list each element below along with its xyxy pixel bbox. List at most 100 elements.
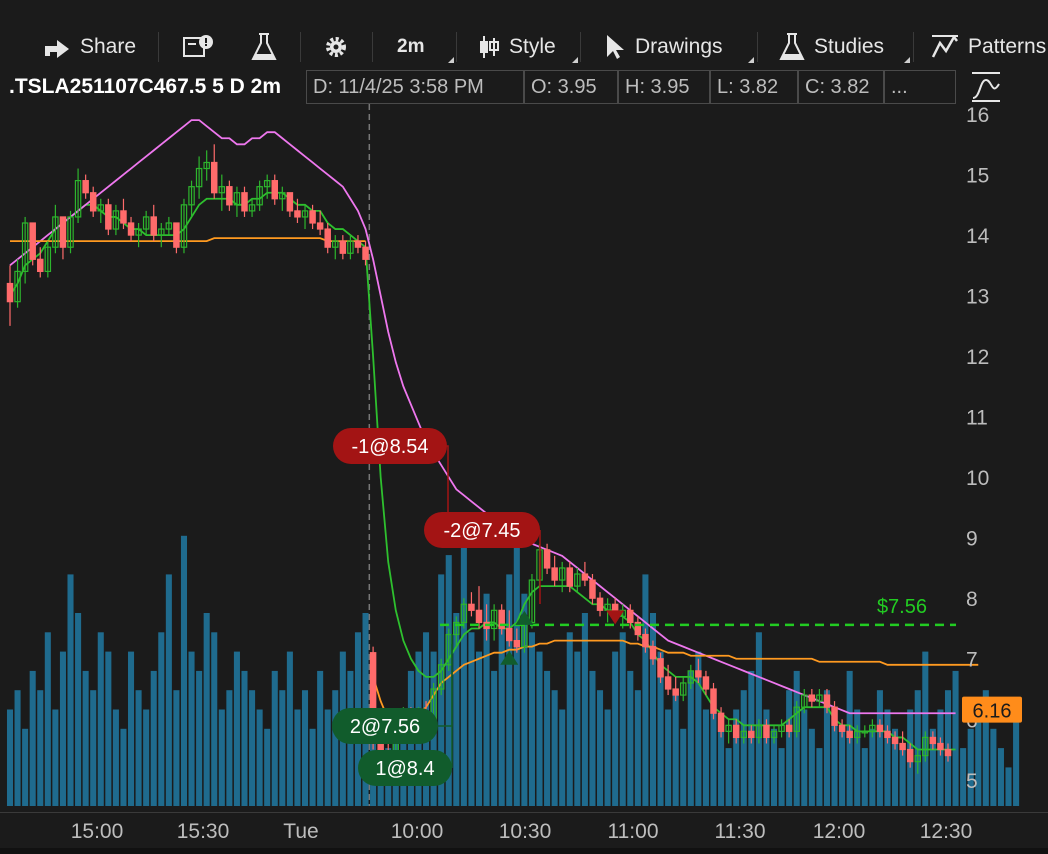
toolbar-divider [757,32,758,62]
candle-body [241,192,248,212]
candle-body [876,724,884,732]
order-tag-label: 1@8.4 [375,758,434,780]
candle-body [732,724,740,739]
volume-bar [211,632,218,806]
news-button[interactable] [182,26,214,68]
volume-bar [839,728,846,806]
volume-bar [869,728,876,806]
candle-body [596,597,604,611]
volume-bar [294,709,301,806]
y-tick-label: 16 [966,104,989,127]
candle-body [324,228,331,248]
volume-bar [226,690,233,806]
price-level-label: $7.56 [877,596,927,618]
y-tick-label: 5 [966,770,978,793]
volume-bar [309,728,316,806]
patterns-button[interactable]: Patterns [930,26,1046,68]
volume-bar [82,670,89,806]
timeframe-dropdown-caret [442,57,454,63]
volume-bar [324,709,331,806]
volume-bar [301,690,309,806]
candle-body [551,567,558,581]
candle-body [37,258,44,273]
candle-body [944,748,952,757]
x-tick-label: 10:30 [499,820,552,843]
y-tick-label: 12 [966,346,989,369]
volume-bar [566,632,573,806]
drawings-label: Drawings [635,35,723,58]
more-cell[interactable]: ... [884,70,956,104]
volume-bar [899,748,906,806]
volume-bar [786,690,793,806]
y-tick-label: 10 [966,467,989,490]
volume-bar [271,670,278,806]
volume-bar [551,690,558,806]
symbol-label[interactable]: .TSLA251107C467.5 5 D 2m [4,70,306,104]
volume-bar [6,709,14,806]
volume-bar [279,690,286,806]
toolbar-divider [456,32,457,62]
candle-body [271,180,279,200]
y-tick-label: 9 [966,528,978,551]
volume-bar [544,670,551,806]
volume-bar [135,690,142,806]
volume-bar [475,651,483,806]
candle-body [672,688,679,696]
share-label: Share [80,35,137,58]
toolbar-divider [372,32,373,62]
candle-body [543,549,551,569]
candle-body [717,712,725,732]
volume-bar [990,728,997,806]
volume-bar [112,709,119,806]
volume-bar [687,670,694,806]
volume-bar [597,690,604,806]
price-chart[interactable]: $7.56 -1@8.54 -2@7.45 2@7.56 1@8.4 16 15 14 13 12… [0,104,1048,848]
style-label: Style [509,35,556,58]
timeframe-button[interactable]: 2m [397,26,424,68]
volume-bar [332,690,339,806]
volume-bar [44,632,51,806]
studies-button[interactable]: Studies [778,26,884,68]
volume-bar [218,709,225,806]
candle-body [294,210,301,218]
volume-bar [37,690,44,806]
candle-body [89,192,97,212]
open-cell: O: 3.95 [524,70,618,104]
volume-bar [702,709,709,806]
candle-body [846,730,853,739]
share-button[interactable]: Share [42,26,136,68]
volume-bar [581,613,588,806]
volume-bar [506,574,513,806]
bottom-strip [0,848,1048,854]
volume-bar [1013,709,1020,806]
x-tick-label: Tue [283,820,318,843]
candle-body [748,730,755,739]
volume-bar [967,728,974,806]
candle-body [59,216,67,248]
toolbar-divider [300,32,301,62]
flask-button[interactable] [250,26,278,68]
volume-bar [120,728,127,806]
volume-bar [468,632,475,806]
candle-body [581,573,589,581]
volume-bar [854,709,861,806]
volume-bar [672,690,679,806]
drawings-button[interactable]: Drawings [603,26,723,68]
candle-body [899,742,906,751]
settings-button[interactable] [322,26,350,68]
candle-body [226,186,233,206]
style-dropdown-caret [566,57,578,63]
flask-icon [250,32,278,62]
patterns-label: Patterns [968,35,1047,58]
volume-bar [884,709,891,806]
volume-bar [203,613,210,806]
volume-bar [29,670,36,806]
volume-bar [922,651,929,806]
volume-bar [256,709,263,806]
candle-body [506,627,513,642]
volume-bar [634,690,641,806]
style-button[interactable]: Style [477,26,556,68]
volume-bar [740,690,747,806]
volume-bar [249,690,256,806]
x-tick-label: 10:00 [391,820,444,843]
